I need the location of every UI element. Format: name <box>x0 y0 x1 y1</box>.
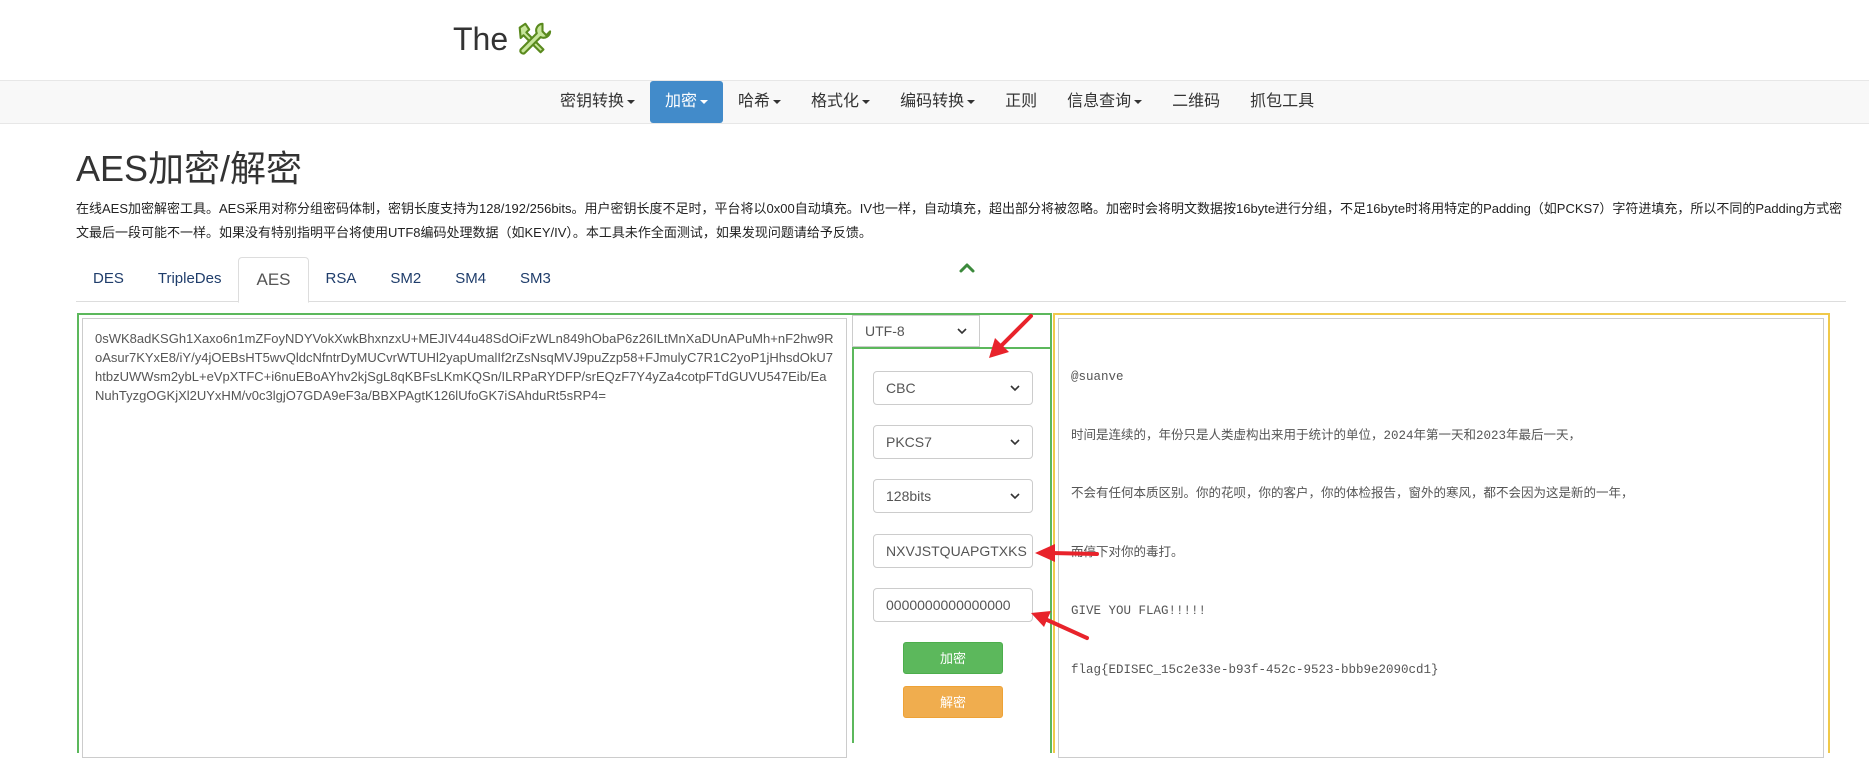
iv-input[interactable]: 0000000000000000 <box>873 588 1033 622</box>
page-title: AES加密/解密 <box>76 148 303 189</box>
caret-down-icon <box>700 99 709 104</box>
plaintext-output[interactable]: @suanve 时间是连续的，年份只是人类虚构出来用于统计的单位，2024年第一… <box>1058 318 1824 758</box>
page-description: 在线AES加密解密工具。AES采用对称分组密码体制，密钥长度支持为128/192… <box>76 201 1843 240</box>
output-line: GIVE YOU FLAG!!!!! <box>1071 604 1207 618</box>
output-line: 而停下对你的毒打。 <box>1071 545 1184 560</box>
caret-down-icon <box>773 99 782 104</box>
tab-rsa[interactable]: RSA <box>309 257 374 300</box>
nav-item-qrcode[interactable]: 二维码 <box>1157 81 1235 123</box>
key-size-select[interactable]: 128bits <box>873 479 1033 513</box>
annotation-arrow-icon <box>989 314 1033 358</box>
nav-item-key-convert[interactable]: 密钥转换 <box>545 81 650 123</box>
nav-item-capture-tool[interactable]: 抓包工具 <box>1235 81 1329 123</box>
tab-sm2[interactable]: SM2 <box>373 257 438 300</box>
caret-down-icon <box>862 99 871 104</box>
encrypt-button[interactable]: 加密 <box>903 642 1003 674</box>
annotation-arrow-icon <box>1035 544 1099 562</box>
charset-select[interactable]: UTF-8 <box>852 315 980 347</box>
decrypt-button[interactable]: 解密 <box>903 686 1003 718</box>
chevron-down-icon <box>1010 493 1020 500</box>
brand-logo[interactable]: The <box>453 20 552 58</box>
caret-down-icon <box>1134 99 1143 104</box>
tab-sm4[interactable]: SM4 <box>438 257 503 300</box>
padding-value: PKCS7 <box>886 434 932 450</box>
nav-item-format[interactable]: 格式化 <box>796 81 885 123</box>
chevron-up-icon[interactable] <box>958 262 976 274</box>
charset-value: UTF-8 <box>865 323 905 339</box>
tab-tripledes[interactable]: TripleDes <box>141 257 239 300</box>
output-line: @suanve <box>1071 370 1124 384</box>
chevron-down-icon <box>1010 439 1020 446</box>
mode-select[interactable]: CBC <box>873 371 1033 405</box>
key-size-value: 128bits <box>886 488 932 504</box>
annotation-arrow-icon <box>1031 611 1089 640</box>
nav-item-hash[interactable]: 哈希 <box>723 81 796 123</box>
tab-des[interactable]: DES <box>76 257 141 300</box>
tab-sm3[interactable]: SM3 <box>503 257 568 300</box>
tools-icon <box>518 22 552 55</box>
nav-item-regex[interactable]: 正则 <box>990 81 1052 123</box>
mode-value: CBC <box>886 380 916 396</box>
key-input[interactable]: NXVJSTQUAPGTXKS <box>873 534 1033 568</box>
nav-item-encrypt[interactable]: 加密 <box>650 81 724 123</box>
ciphertext-input[interactable]: 0sWK8adKSGh1Xaxo6n1mZFoyNDYVokXwkBhxnzxU… <box>82 318 847 758</box>
brand-text: The <box>453 20 509 57</box>
main-navbar: 密钥转换 加密 哈希 格式化 编码转换 正则 信息查询 二维码 抓包工具 <box>0 80 1869 124</box>
nav-list: 密钥转换 加密 哈希 格式化 编码转换 正则 信息查询 二维码 抓包工具 <box>545 81 1329 123</box>
padding-select[interactable]: PKCS7 <box>873 425 1033 459</box>
output-line: 不会有任何本质区别。你的花呗，你的客户，你的体检报告，窗外的寒风，都不会因为这是… <box>1071 487 1634 501</box>
tab-aes[interactable]: AES <box>238 257 309 303</box>
caret-down-icon <box>967 99 976 104</box>
nav-item-info-lookup[interactable]: 信息查询 <box>1052 81 1157 123</box>
caret-down-icon <box>627 99 636 104</box>
nav-item-encoding[interactable]: 编码转换 <box>885 81 990 123</box>
output-line: flag{EDISEC_15c2e33e-b93f-452c-9523-bbb9… <box>1071 662 1439 677</box>
site-header: The <box>0 0 1869 80</box>
output-line: 时间是连续的，年份只是人类虚构出来用于统计的单位，2024年第一天和2023年最… <box>1071 428 1582 443</box>
chevron-down-icon <box>957 328 967 335</box>
chevron-down-icon <box>1010 385 1020 392</box>
